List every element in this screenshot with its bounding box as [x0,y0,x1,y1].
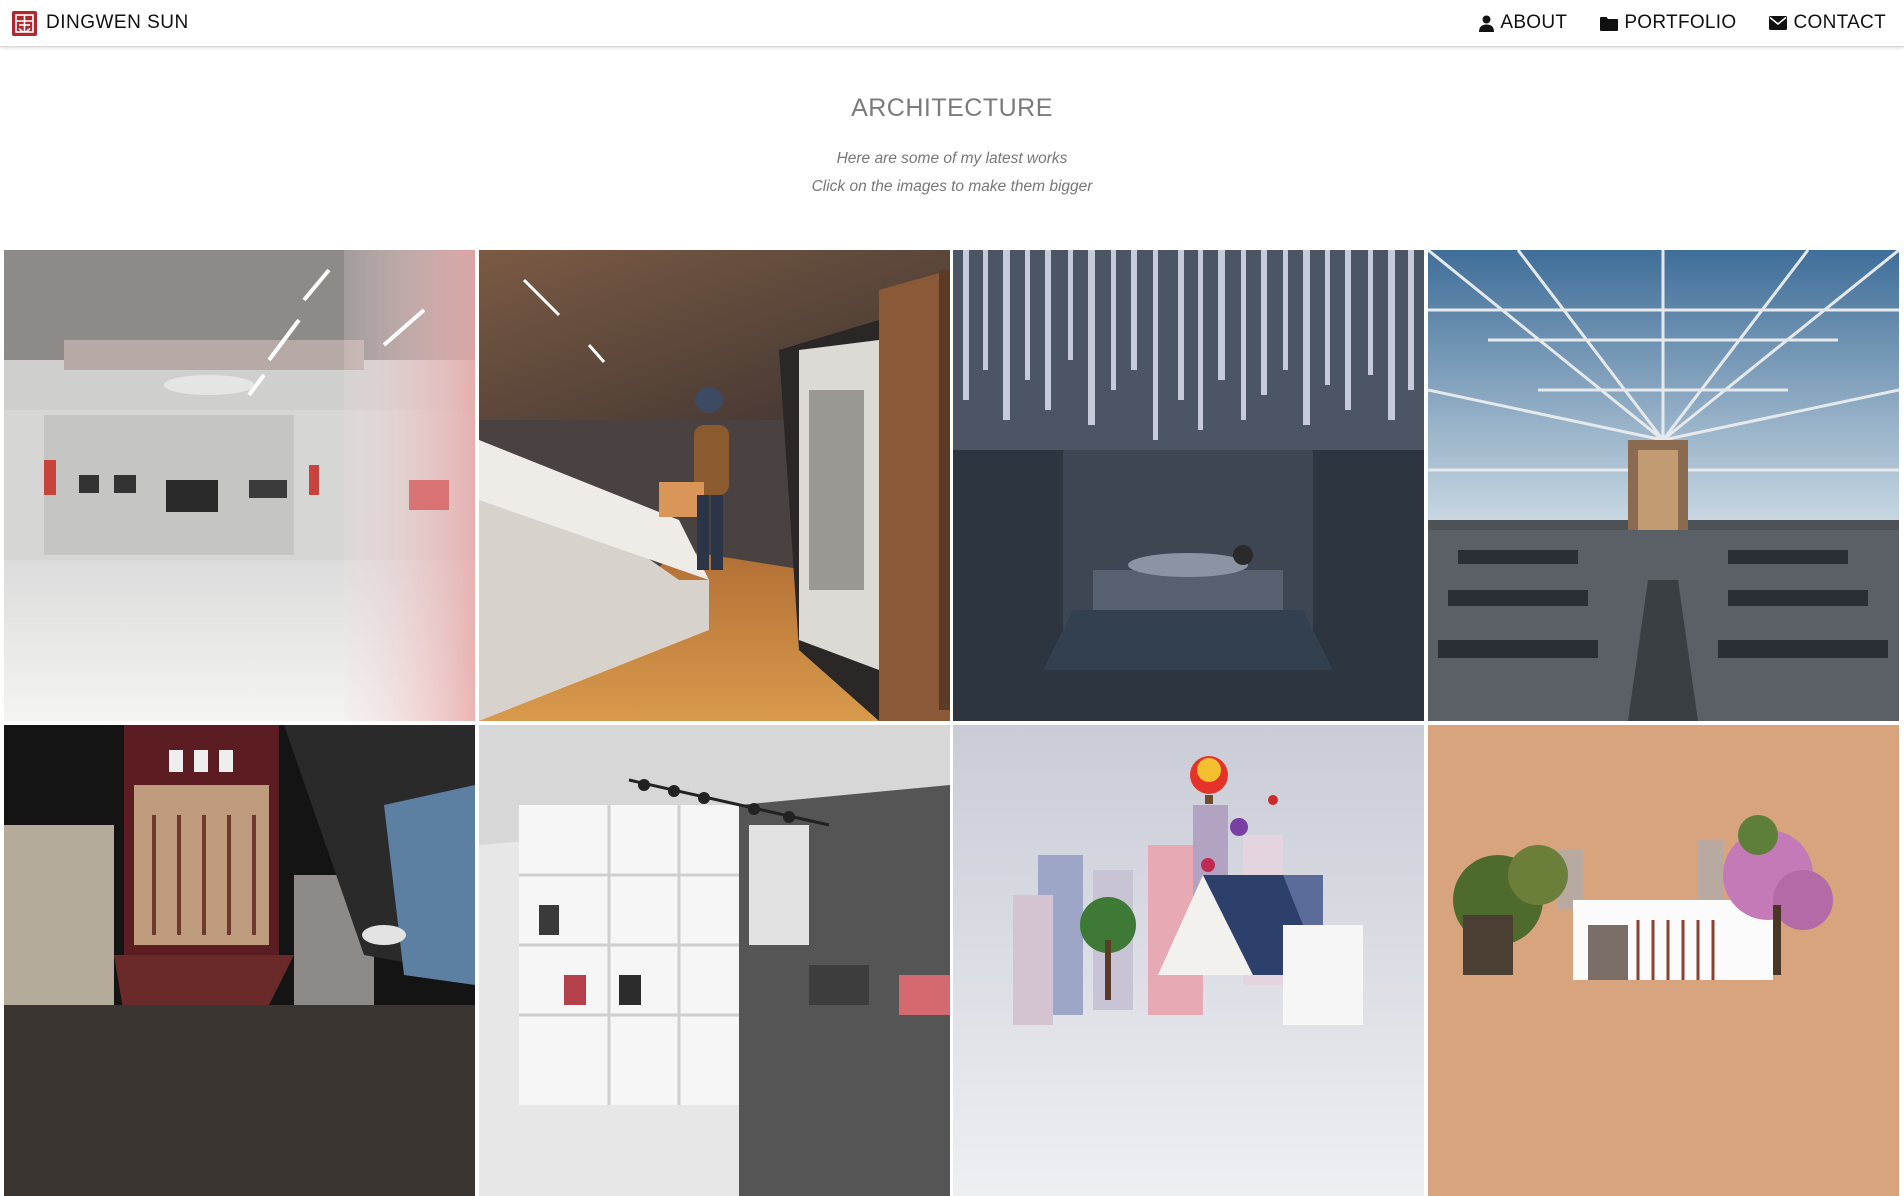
nav-about-link[interactable]: ABOUT [1479,12,1567,34]
nav-portfolio-link[interactable]: PORTFOLIO [1600,12,1736,34]
brand-home-link[interactable]: DINGWEN SUN [12,10,189,36]
gallery-image-furniture-showroom[interactable] [479,725,950,1196]
seal-logo-icon [12,10,37,36]
nav-about-label: ABOUT [1500,12,1568,33]
subtitle-latest-works: Here are some of my latest works [836,150,1068,167]
gallery-image-hot-air-balloon-collage[interactable] [953,725,1424,1196]
nav-contact-link[interactable]: CONTACT [1769,12,1886,34]
envelope-icon [1769,16,1788,30]
gallery-image-glass-roof-dining-hall[interactable] [1428,250,1899,721]
top-navbar: DINGWEN SUN ABOUT PORTFOLIO CONTACT [0,0,1904,47]
subtitle-click-hint: Click on the images to make them bigger [811,178,1093,195]
gallery-image-suspended-rods-installation[interactable] [953,250,1424,721]
nav-portfolio-label: PORTFOLIO [1624,12,1737,33]
gallery-image-exhibition-corridor[interactable] [479,250,950,721]
gallery-image-trees-pavilion-collage[interactable] [1428,725,1899,1196]
user-icon [1479,15,1495,32]
folder-icon [1600,16,1619,31]
gallery-image-hanging-red-frame-lobby[interactable] [4,725,475,1196]
page-title: ARCHITECTURE [851,94,1053,122]
gallery-image-white-gallery-interior[interactable] [4,250,475,721]
nav-contact-label: CONTACT [1793,12,1886,33]
nav-links: ABOUT PORTFOLIO CONTACT [1479,12,1886,34]
brand-name: DINGWEN SUN [46,12,189,33]
